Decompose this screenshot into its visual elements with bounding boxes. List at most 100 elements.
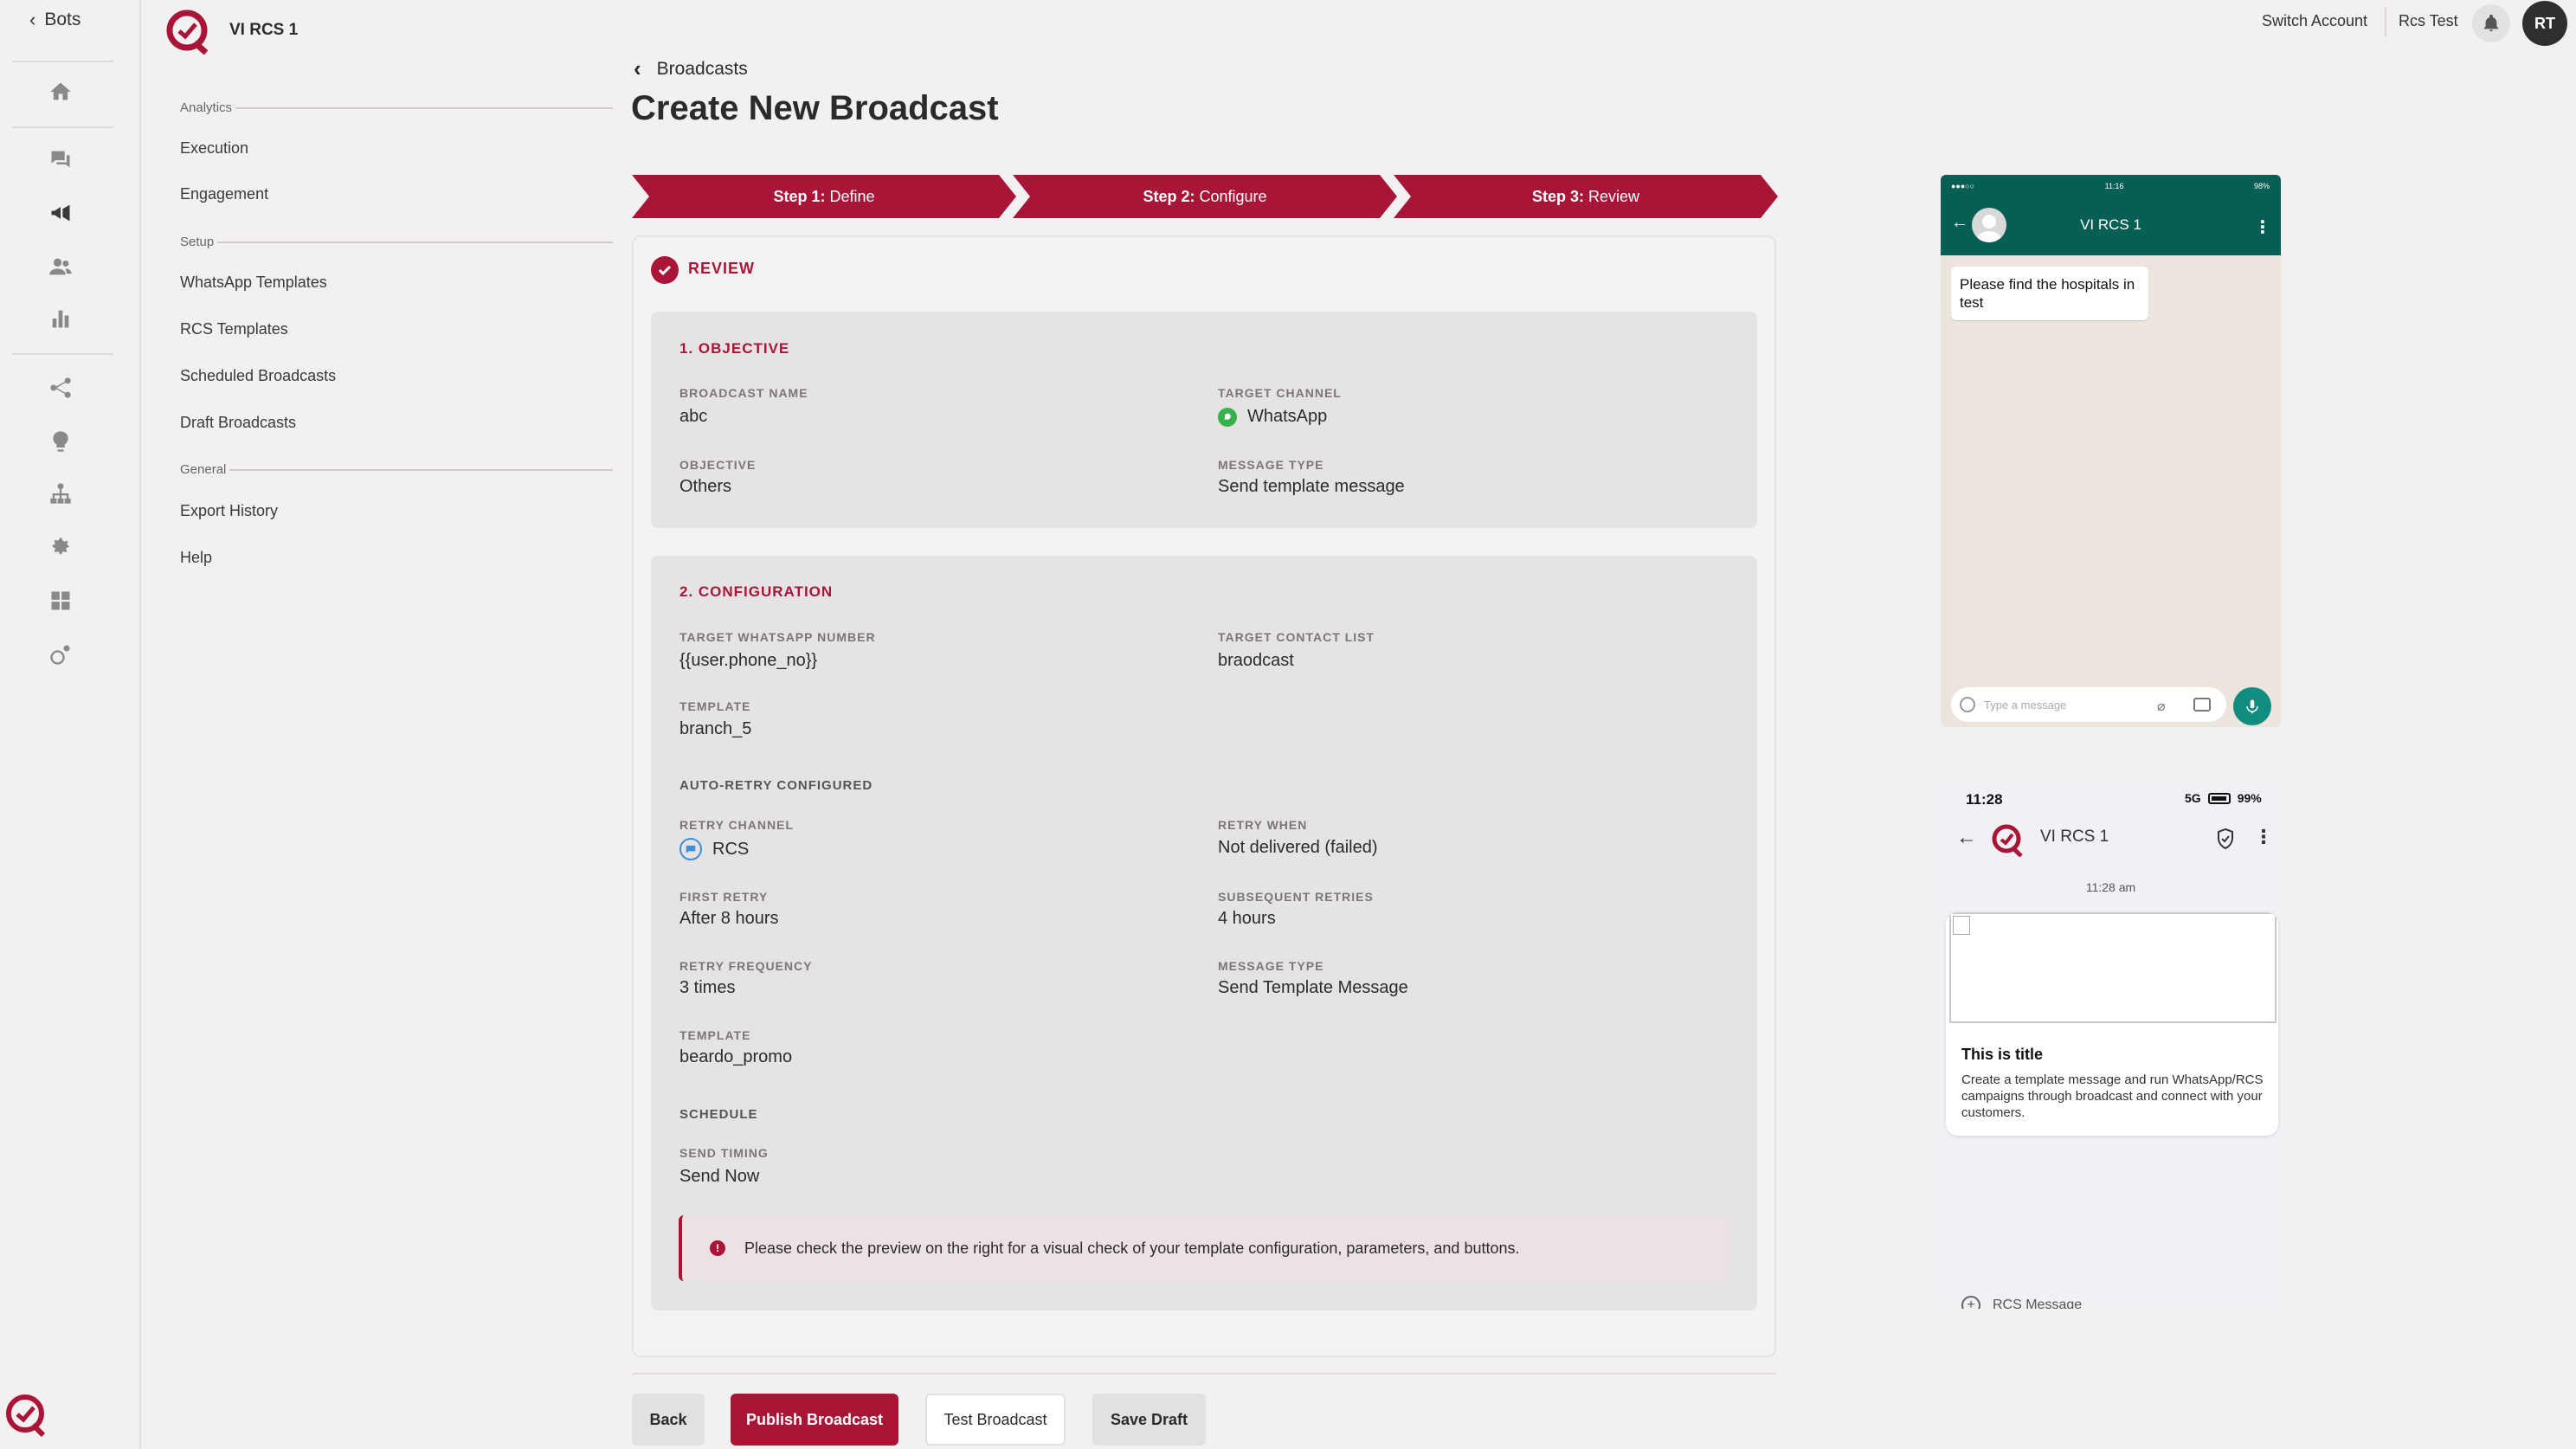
- back-to-bots-label: Bots: [44, 10, 81, 29]
- broadcast-name-value: abc: [679, 407, 708, 426]
- retry-template-label: TEMPLATE: [679, 1028, 751, 1042]
- sidebar-item-whatsapp-templates[interactable]: WhatsApp Templates: [180, 274, 327, 292]
- rcs-contact-name: VI RCS 1: [2040, 828, 2109, 846]
- retry-when-value: Not delivered (failed): [1218, 838, 1378, 857]
- objective-panel: [651, 312, 1757, 528]
- integrations-icon[interactable]: [45, 639, 76, 670]
- check-circle-icon: [651, 256, 679, 284]
- send-timing-value: Send Now: [679, 1167, 760, 1186]
- paperclip-icon: ⌀: [2157, 699, 2166, 714]
- divider: [2385, 7, 2386, 36]
- configuration-title: 2. CONFIGURATION: [679, 583, 834, 600]
- gear-icon[interactable]: [45, 531, 76, 563]
- sidebar-item-draft-broadcasts[interactable]: Draft Broadcasts: [180, 414, 296, 432]
- step-review[interactable]: Step 3: Review: [1394, 175, 1778, 218]
- compose-placeholder: RCS Message: [1993, 1298, 2083, 1309]
- sidebar-item-export-history[interactable]: Export History: [180, 502, 278, 520]
- alert-text: Please check the preview on the right fo…: [744, 1239, 1520, 1257]
- rcs-rich-card: This is title Create a template message …: [1946, 912, 2278, 1136]
- first-retry-value: After 8 hours: [679, 909, 779, 928]
- sidebar-item-scheduled-broadcasts[interactable]: Scheduled Broadcasts: [180, 367, 336, 385]
- step-label: Review: [1587, 187, 1640, 205]
- sidebar-item-rcs-templates[interactable]: RCS Templates: [180, 320, 288, 338]
- section-label: Analytics: [180, 100, 233, 115]
- switch-account-link[interactable]: Switch Account: [2262, 12, 2367, 30]
- section-label: Setup: [180, 235, 215, 249]
- home-icon[interactable]: [45, 76, 76, 107]
- divider: [235, 106, 613, 109]
- battery-icon: [2207, 792, 2231, 804]
- target-channel-label: TARGET CHANNEL: [1218, 386, 1342, 400]
- plus-icon: +: [1961, 1296, 1980, 1309]
- rcs-timestamp: 11:28 am: [2085, 880, 2136, 894]
- broadcast-name-label: BROADCAST NAME: [679, 386, 808, 400]
- auto-retry-heading: AUTO-RETRY CONFIGURED: [679, 778, 873, 793]
- objective-title: 1. OBJECTIVE: [679, 340, 790, 357]
- subsequent-retries-label: SUBSEQUENT RETRIES: [1218, 890, 1374, 904]
- icon-rail: ‹ Bots: [0, 0, 141, 1449]
- retry-template-value: beardo_promo: [679, 1047, 793, 1066]
- subsequent-retries-value: 4 hours: [1218, 909, 1276, 928]
- target-number-label: TARGET WHATSAPP NUMBER: [679, 630, 876, 644]
- retry-message-type-value: Send Template Message: [1218, 978, 1408, 997]
- message-type-value: Send template message: [1218, 477, 1405, 496]
- section-heading-general: General: [180, 462, 613, 477]
- flow-icon[interactable]: [45, 372, 76, 403]
- save-draft-button[interactable]: Save Draft: [1092, 1394, 1206, 1446]
- retry-channel-value: RCS: [679, 838, 749, 860]
- retry-frequency-label: RETRY FREQUENCY: [679, 959, 813, 973]
- account-name[interactable]: Rcs Test: [2399, 12, 2458, 30]
- chevron-left-icon: ‹: [29, 9, 36, 30]
- signal-indicator: ●●●○○: [1951, 182, 1975, 190]
- publish-broadcast-button[interactable]: Publish Broadcast: [731, 1394, 898, 1446]
- avatar[interactable]: RT: [2522, 1, 2567, 46]
- divider: [229, 468, 613, 471]
- users-icon[interactable]: [45, 251, 76, 282]
- sidebar-item-execution[interactable]: Execution: [180, 139, 248, 158]
- target-list-label: TARGET CONTACT LIST: [1218, 630, 1375, 644]
- test-broadcast-button[interactable]: Test Broadcast: [925, 1394, 1066, 1446]
- first-retry-label: FIRST RETRY: [679, 890, 769, 904]
- megaphone-icon[interactable]: [45, 197, 76, 229]
- sidebar-item-help[interactable]: Help: [180, 549, 212, 567]
- back-to-bots-link[interactable]: ‹ Bots: [29, 9, 80, 31]
- whatsapp-message-input: Type a message: [1951, 687, 2226, 722]
- chat-icon[interactable]: [45, 144, 76, 175]
- step-prefix: Step 3:: [1531, 187, 1584, 205]
- phone-status-bar: ●●●○○ 11:16 98%: [1951, 182, 2270, 190]
- battery-label: 99%: [2237, 791, 2262, 805]
- divider: [217, 241, 613, 243]
- whatsapp-preview: ●●●○○ 11:16 98% ← VI RCS 1 ⋮ Please find…: [1941, 175, 2281, 727]
- step-configure[interactable]: Step 2: Configure: [1013, 175, 1397, 218]
- breadcrumb-label: Broadcasts: [656, 58, 748, 79]
- notification-bell-icon[interactable]: [2472, 4, 2510, 42]
- whatsapp-message-bubble: Please find the hospitals in test: [1951, 267, 2148, 320]
- retry-frequency-value: 3 times: [679, 978, 736, 997]
- kebab-menu-icon: ⋮: [2254, 218, 2271, 237]
- section-heading-setup: Setup: [180, 235, 613, 249]
- back-button[interactable]: Back: [632, 1394, 705, 1446]
- review-heading: REVIEW: [688, 260, 756, 277]
- whatsapp-icon: [1218, 407, 1237, 427]
- target-channel-value: WhatsApp: [1218, 407, 1327, 427]
- bot-logo-icon: [166, 10, 209, 55]
- step-define[interactable]: Step 1: Define: [632, 175, 1016, 218]
- secondary-sidebar: VI RCS 1 Analytics Execution Engagement …: [141, 0, 626, 1449]
- rcs-card-description: Create a template message and run WhatsA…: [1961, 1072, 2264, 1120]
- arrow-left-icon: ←: [1956, 826, 1977, 849]
- sidebar-item-engagement[interactable]: Engagement: [180, 185, 268, 203]
- objective-label: OBJECTIVE: [679, 458, 757, 472]
- step-prefix: Step 2:: [1143, 187, 1195, 205]
- lightbulb-icon[interactable]: [45, 426, 76, 457]
- camera-icon: [2193, 698, 2211, 712]
- retry-channel-text: RCS: [712, 839, 750, 859]
- rcs-card-image: [1949, 912, 2277, 1023]
- hierarchy-icon[interactable]: [45, 478, 76, 509]
- widgets-icon[interactable]: [45, 585, 76, 616]
- page-title: Create New Broadcast: [631, 89, 999, 127]
- breadcrumb[interactable]: ‹ Broadcasts: [634, 55, 748, 82]
- broken-image-icon: [1953, 916, 1970, 935]
- section-label: General: [180, 462, 227, 477]
- bar-chart-icon[interactable]: [45, 303, 76, 334]
- target-number-value: {{user.phone_no}}: [679, 651, 818, 670]
